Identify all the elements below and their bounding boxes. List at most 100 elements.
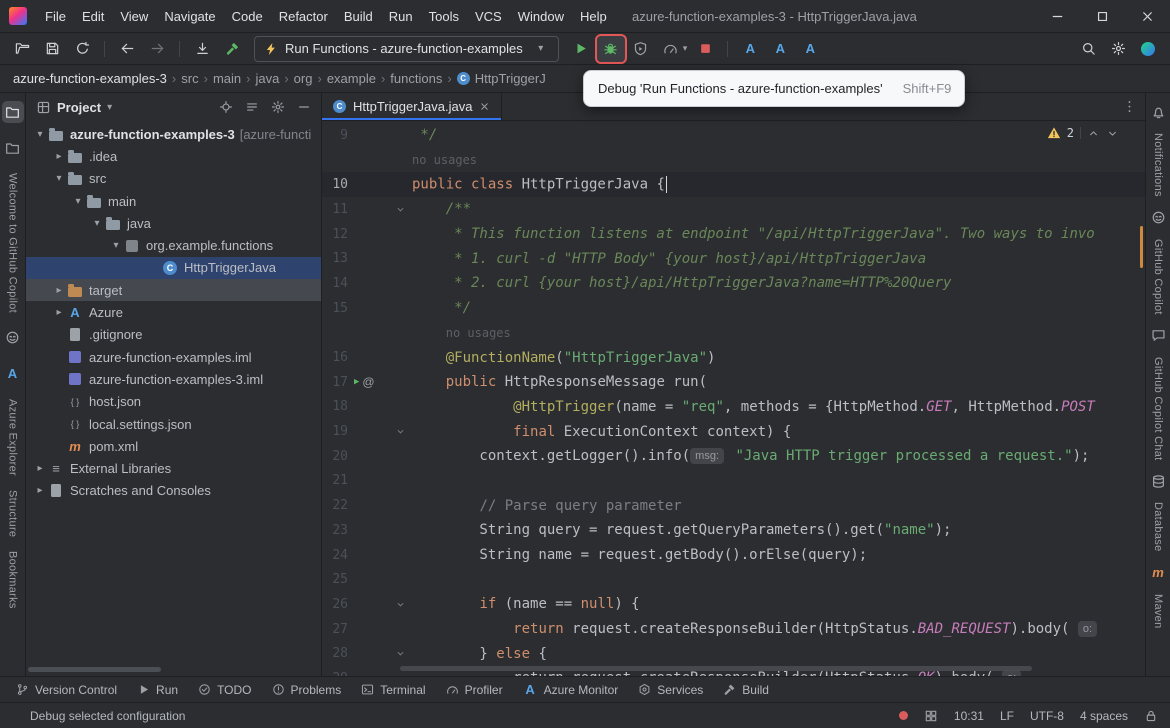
chevron-down-icon[interactable]: ▾ [70, 196, 86, 207]
tool-build[interactable]: Build [715, 680, 777, 700]
code-line-27[interactable]: 27 return request.createResponseBuilder(… [322, 617, 1145, 642]
breadcrumb-azure-function-examples-3[interactable]: azure-function-examples-3 [10, 69, 170, 88]
gutter[interactable] [348, 426, 412, 437]
menu-edit[interactable]: Edit [74, 0, 112, 32]
line-number[interactable]: 9 [322, 128, 348, 143]
menu-window[interactable]: Window [510, 0, 572, 32]
code-line-16[interactable]: 16 @FunctionName("HttpTriggerJava") [322, 345, 1145, 370]
menu-refactor[interactable]: Refactor [271, 0, 336, 32]
line-number[interactable]: 19 [322, 424, 348, 439]
tool-problems[interactable]: Problems [264, 680, 350, 700]
menu-view[interactable]: View [112, 0, 156, 32]
code-line-13[interactable]: 13 * 1. curl -d "HTTP Body" {your host}/… [322, 246, 1145, 271]
tool-azure-monitor[interactable]: A Azure Monitor [515, 680, 627, 700]
code-line-9[interactable]: 9 */ [322, 123, 1145, 148]
indent-style[interactable]: 4 spaces [1080, 709, 1128, 723]
breadcrumb-java[interactable]: java [252, 69, 282, 88]
line-number[interactable]: 16 [322, 350, 348, 365]
line-separator[interactable]: LF [1000, 709, 1014, 723]
breadcrumb-httptriggerj[interactable]: C HttpTriggerJ [454, 69, 549, 88]
build-project-icon[interactable] [218, 36, 246, 62]
tool-maven[interactable]: Maven [1152, 594, 1164, 629]
chevron-down-icon[interactable]: ▾ [107, 102, 112, 113]
azure-action-1-icon[interactable]: A [736, 36, 764, 62]
line-number[interactable]: 26 [322, 597, 348, 612]
tree-item-azure-function-examples-3-iml[interactable]: azure-function-examples-3.iml [26, 368, 321, 390]
minimize-button[interactable] [1035, 0, 1080, 32]
code-line-12[interactable]: 12 * This function listens at endpoint "… [322, 222, 1145, 247]
line-number[interactable]: 23 [322, 523, 348, 538]
github-copilot-icon[interactable] [1147, 207, 1169, 229]
back-icon[interactable] [113, 36, 141, 62]
tool-version-control[interactable]: Version Control [8, 680, 125, 700]
editor-horizontal-scrollbar[interactable] [400, 666, 1032, 671]
menu-run[interactable]: Run [381, 0, 421, 32]
code-line-18[interactable]: 18 @HttpTrigger(name = "req", methods = … [322, 395, 1145, 420]
breadcrumb-main[interactable]: main [210, 69, 244, 88]
tool-structure[interactable]: Structure [7, 490, 19, 537]
line-number[interactable]: 21 [322, 473, 348, 488]
forward-icon[interactable] [143, 36, 171, 62]
line-number[interactable]: 15 [322, 301, 348, 316]
tree-item-azure-function-examples-iml[interactable]: azure-function-examples.iml [26, 346, 321, 368]
reload-icon[interactable] [68, 36, 96, 62]
more-options-icon[interactable] [1122, 99, 1137, 114]
menu-build[interactable]: Build [336, 0, 381, 32]
caret-position[interactable]: 10:31 [954, 709, 984, 723]
file-encoding[interactable]: UTF-8 [1030, 709, 1064, 723]
project-tool-icon[interactable] [1, 101, 24, 123]
code-line-10[interactable]: 10 public class HttpTriggerJava { [322, 172, 1145, 198]
code-line-17[interactable]: 17 ▶ @ public HttpResponseMessage run( [322, 370, 1145, 395]
chevron-down-icon[interactable]: ▾ [108, 240, 124, 251]
gutter[interactable]: ▶ @ [348, 375, 412, 389]
code-line-21[interactable]: 21 [322, 469, 1145, 494]
code-line-20[interactable]: 20 context.getLogger().info(msg: "Java H… [322, 444, 1145, 469]
maximize-button[interactable] [1080, 0, 1125, 32]
settings-gear-icon[interactable] [1104, 36, 1132, 62]
tree-item-main[interactable]: ▾ main [26, 190, 321, 212]
tool-profiler[interactable]: Profiler [438, 680, 511, 700]
tree-item-host-json[interactable]: { } host.json [26, 391, 321, 413]
breadcrumb-example[interactable]: example [324, 69, 379, 88]
line-number[interactable]: 29 [322, 671, 348, 676]
chevron-right-icon[interactable]: ▸ [32, 485, 48, 496]
prev-problem-icon[interactable] [1087, 127, 1100, 140]
tree-item-scratches-and-consoles[interactable]: ▸ Scratches and Consoles [26, 480, 321, 502]
line-number[interactable]: 24 [322, 548, 348, 563]
code-line-19[interactable]: 19 final ExecutionContext context) { [322, 419, 1145, 444]
memory-grid-icon[interactable] [924, 709, 938, 723]
copilot-icon[interactable] [2, 327, 24, 349]
line-number[interactable]: 11 [322, 202, 348, 217]
code-line-11[interactable]: 11 /** [322, 197, 1145, 222]
fold-icon[interactable] [395, 204, 406, 215]
collapse-all-icon[interactable] [245, 100, 259, 114]
line-number[interactable]: 17 [322, 375, 348, 390]
project-horizontal-scrollbar[interactable] [28, 667, 161, 672]
gutter[interactable] [348, 204, 412, 215]
chevron-right-icon[interactable]: ▸ [51, 285, 67, 296]
profiler-button[interactable] [657, 36, 685, 62]
run-configuration-select[interactable]: Run Functions - azure-function-examples … [254, 35, 559, 62]
line-number[interactable]: 13 [322, 251, 348, 266]
tool-todo[interactable]: TODO [190, 680, 259, 700]
tab-httptriggerjava[interactable]: C HttpTriggerJava.java [322, 93, 503, 120]
breadcrumb-functions[interactable]: functions [387, 69, 445, 88]
line-number[interactable]: 22 [322, 498, 348, 513]
panel-settings-icon[interactable] [271, 100, 285, 114]
lock-icon[interactable] [1144, 709, 1158, 723]
scrollbar-warning-mark[interactable] [1140, 226, 1143, 268]
line-number[interactable]: 14 [322, 276, 348, 291]
chevron-down-icon[interactable]: ▾ [32, 129, 48, 140]
code-editor[interactable]: 9 */ no usages 10 public class HttpTriggerJ… [322, 121, 1145, 676]
tool-azure-explorer[interactable]: Azure Explorer [7, 399, 19, 476]
tree-item-java[interactable]: ▾ java [26, 212, 321, 234]
fold-icon[interactable] [395, 426, 406, 437]
chevron-right-icon[interactable]: ▸ [51, 151, 67, 162]
run-method-icon[interactable]: ▶ [354, 377, 359, 387]
breadcrumb-src[interactable]: src [178, 69, 201, 88]
azure-a-icon[interactable]: A [2, 363, 24, 385]
tree-item-org-example-functions[interactable]: ▾ org.example.functions [26, 234, 321, 256]
profiler-chevron-icon[interactable]: ▾ [683, 43, 688, 54]
chevron-right-icon[interactable]: ▸ [51, 307, 67, 318]
update-project-icon[interactable] [188, 36, 216, 62]
